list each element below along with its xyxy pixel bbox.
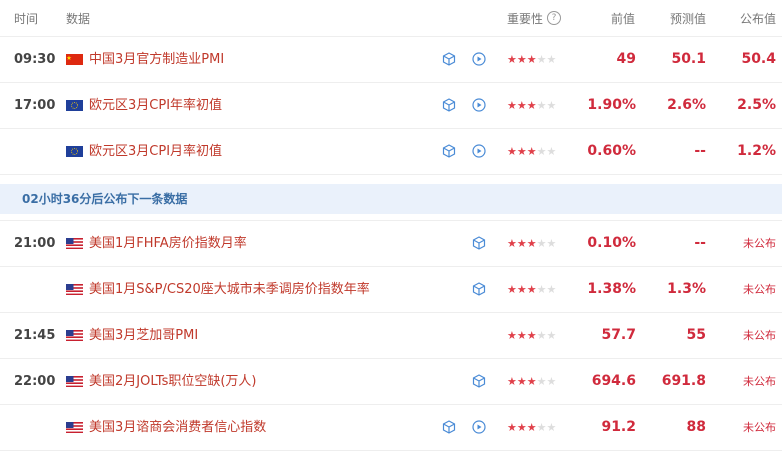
table-row[interactable]: 09:30 中国3月官方制造业PMI ★★★★★ 49 50.1 50.4 <box>0 37 782 83</box>
table-header: 时间 数据 重要性 ? 前值 预测值 公布值 <box>0 0 782 37</box>
row-name[interactable]: 美国2月JOLTs职位空缺(万人) <box>89 359 257 404</box>
row-forecast: 55 <box>686 327 706 343</box>
importance-stars: ★★★★★ <box>507 329 557 342</box>
table-row[interactable]: 美国3月谘商会消费者信心指数 ★★★★★ 91.2 88 未公布 <box>0 405 782 451</box>
row-previous: 1.90% <box>587 97 636 113</box>
row-time: 09:30 <box>14 52 56 67</box>
us-flag-icon <box>66 284 83 295</box>
row-actual: 未公布 <box>743 421 776 434</box>
row-time: 21:00 <box>14 236 56 251</box>
play-icon[interactable] <box>472 144 486 158</box>
importance-stars: ★★★★★ <box>507 53 557 66</box>
cube-icon[interactable] <box>442 144 456 158</box>
cube-icon[interactable] <box>472 374 486 388</box>
row-name[interactable]: 美国3月谘商会消费者信心指数 <box>89 405 266 450</box>
row-actual: 2.5% <box>737 97 776 113</box>
us-flag-icon <box>66 238 83 249</box>
row-actual: 未公布 <box>743 329 776 342</box>
table-row[interactable]: 17:00 欧元区3月CPI年率初值 ★★★★★ 1.90% 2.6% 2.5% <box>0 83 782 129</box>
next-release-banner: 02小时36分后公布下一条数据 <box>0 184 782 214</box>
row-forecast: 691.8 <box>661 373 706 389</box>
table-row[interactable]: 21:45 美国3月芝加哥PMI ★★★★★ 57.7 55 未公布 <box>0 313 782 359</box>
header-actual: 公布值 <box>739 11 776 26</box>
importance-stars: ★★★★★ <box>507 421 557 434</box>
help-icon[interactable]: ? <box>547 11 562 25</box>
cube-icon[interactable] <box>472 236 486 250</box>
cube-icon[interactable] <box>442 52 456 66</box>
row-time: 17:00 <box>14 98 56 113</box>
row-forecast: 2.6% <box>667 97 706 113</box>
table-row[interactable]: 欧元区3月CPI月率初值 ★★★★★ 0.60% -- 1.2% <box>0 129 782 175</box>
row-name[interactable]: 美国1月S&P/CS20座大城市未季调房价指数年率 <box>89 267 370 312</box>
row-time: 21:45 <box>14 328 56 343</box>
header-time: 时间 <box>14 11 39 26</box>
importance-stars: ★★★★★ <box>507 375 557 388</box>
row-previous: 91.2 <box>601 419 636 435</box>
row-previous: 0.10% <box>587 235 636 251</box>
us-flag-icon <box>66 330 83 341</box>
row-name[interactable]: 美国3月芝加哥PMI <box>89 313 198 358</box>
cube-icon[interactable] <box>472 282 486 296</box>
importance-stars: ★★★★★ <box>507 99 557 112</box>
row-previous: 0.60% <box>587 143 636 159</box>
row-name[interactable]: 美国1月FHFA房价指数月率 <box>89 221 247 266</box>
row-actual: 50.4 <box>741 51 776 67</box>
row-name[interactable]: 欧元区3月CPI年率初值 <box>89 83 222 128</box>
importance-stars: ★★★★★ <box>507 237 557 250</box>
table-row[interactable]: 22:00 美国2月JOLTs职位空缺(万人) ★★★★★ 694.6 691.… <box>0 359 782 405</box>
row-forecast: -- <box>694 235 706 251</box>
header-forecast: 预测值 <box>669 11 706 26</box>
row-time: 22:00 <box>14 374 56 389</box>
row-actual: 未公布 <box>743 375 776 388</box>
header-importance-label: 重要性 <box>507 11 544 26</box>
row-actual: 未公布 <box>743 283 776 296</box>
table-row[interactable]: 21:00 美国1月FHFA房价指数月率 ★★★★★ 0.10% -- 未公布 <box>0 220 782 267</box>
importance-stars: ★★★★★ <box>507 145 557 158</box>
play-icon[interactable] <box>472 52 486 66</box>
row-previous: 694.6 <box>591 373 636 389</box>
row-actual: 未公布 <box>743 237 776 250</box>
table-row[interactable]: 美国1月S&P/CS20座大城市未季调房价指数年率 ★★★★★ 1.38% 1.… <box>0 267 782 313</box>
row-previous: 57.7 <box>601 327 636 343</box>
header-importance: 重要性 ? <box>507 10 562 27</box>
row-actual: 1.2% <box>737 143 776 159</box>
us-flag-icon <box>66 422 83 433</box>
importance-stars: ★★★★★ <box>507 283 557 296</box>
cube-icon[interactable] <box>442 98 456 112</box>
row-previous: 49 <box>616 51 636 67</box>
eu-flag-icon <box>66 100 83 111</box>
play-icon[interactable] <box>472 98 486 112</box>
eu-flag-icon <box>66 146 83 157</box>
header-data: 数据 <box>66 11 91 26</box>
row-forecast: 1.3% <box>667 281 706 297</box>
row-forecast: 50.1 <box>671 51 706 67</box>
row-forecast: -- <box>694 143 706 159</box>
header-previous: 前值 <box>610 11 635 26</box>
row-previous: 1.38% <box>587 281 636 297</box>
row-forecast: 88 <box>686 419 706 435</box>
row-name[interactable]: 欧元区3月CPI月率初值 <box>89 129 222 174</box>
row-name[interactable]: 中国3月官方制造业PMI <box>89 37 224 82</box>
us-flag-icon <box>66 376 83 387</box>
cube-icon[interactable] <box>442 420 456 434</box>
cn-flag-icon <box>66 54 83 65</box>
play-icon[interactable] <box>472 420 486 434</box>
